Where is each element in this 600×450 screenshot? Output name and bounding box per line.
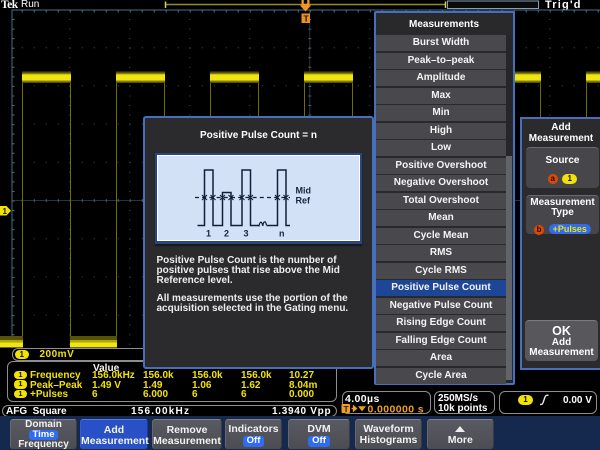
svg-text:T: T [304,14,310,24]
svg-text:0.000000 s: 0.000000 s [368,404,425,415]
svg-text:n: n [279,229,285,239]
svg-text:Ref: Ref [296,196,312,206]
svg-text:2: 2 [224,229,229,239]
svg-text:1: 1 [3,207,8,216]
svg-text:T: T [344,404,350,414]
svg-text:Mid: Mid [296,186,312,196]
svg-text:1: 1 [206,229,211,239]
svg-text:3: 3 [244,229,249,239]
